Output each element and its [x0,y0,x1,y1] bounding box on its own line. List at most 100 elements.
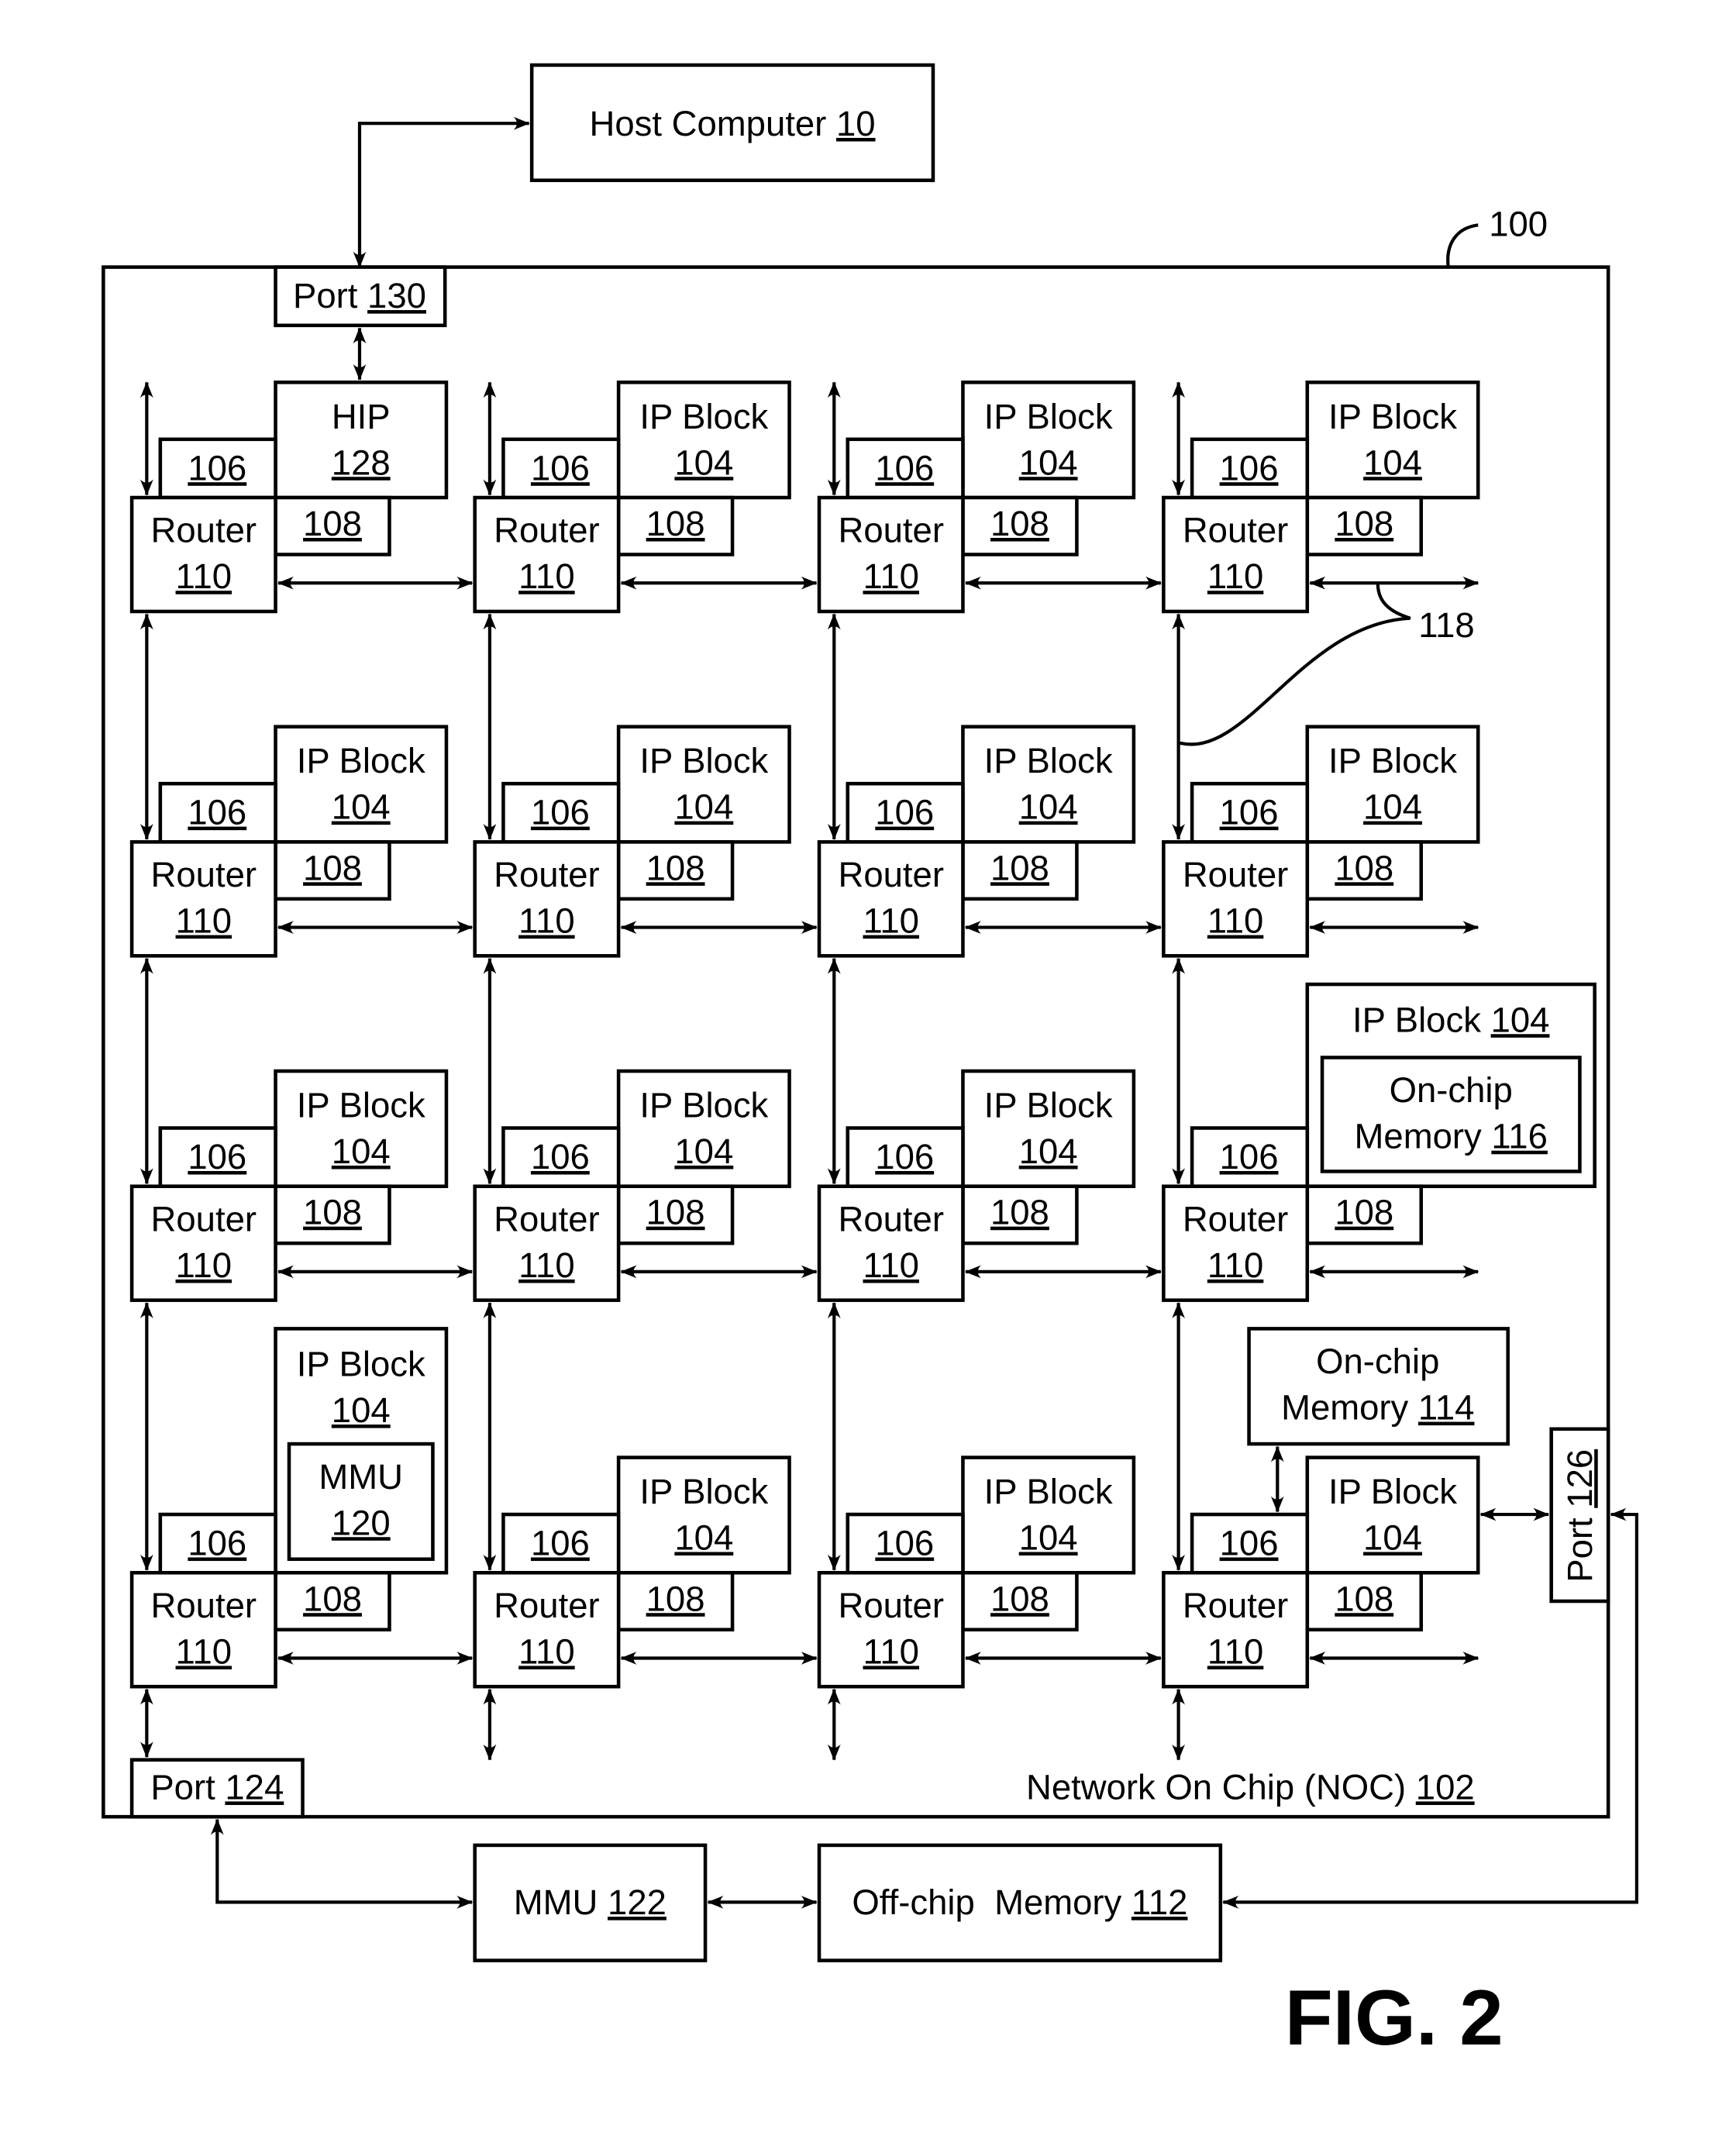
router-label: Router [838,1199,943,1238]
network-interface-106: 106 [1190,1126,1310,1188]
ip-block: IP Block 104 [1305,1455,1480,1575]
router-ref: 110 [176,901,232,941]
mc-ref: 108 [1335,1579,1393,1618]
ref-100-label: 100 [1489,204,1548,243]
ip-block-label: IP Block [297,1345,425,1384]
network-interface-106: 106 [501,1512,621,1575]
ip-block: IP Block 104 [274,1069,449,1188]
router-ref: 110 [863,1245,919,1285]
ip-block-label: IP Block [984,741,1113,780]
ip-block-ref: 104 [1019,443,1078,482]
memory-controller-108: 108 [616,840,735,901]
ref-118-label: 118 [1418,605,1475,645]
ni-ref: 106 [875,793,934,832]
router-110: Router 110 [1162,1570,1310,1689]
router-label: Router [838,855,943,894]
ip-block-ref: 104 [1363,443,1422,482]
ip-block: IP Block 104 [616,1069,791,1188]
memory-controller-108: 108 [616,1570,735,1632]
port-124: Port 124 [129,1758,305,1819]
router-ref: 110 [518,1631,575,1671]
memory-controller-108: 108 [961,840,1079,901]
router-110: Router 110 [817,1184,965,1302]
onchip-116-line2: Memory 116 [1355,1117,1548,1156]
router-110: Router 110 [817,1570,965,1689]
noc-node-r0c3: IP Block 104 106 108 Router 110 [1162,381,1480,614]
ip-block: IP Block 104 [961,725,1136,844]
router-label: Router [151,1586,257,1625]
mc-ref: 108 [303,1579,362,1618]
onchip-116-line1: On-chip [1390,1070,1513,1110]
svg-text:Off-chip Memory 112: Off-chip Memory 112 [852,1883,1187,1922]
memory-controller-108: 108 [274,840,391,901]
memory-controller-108: 108 [1305,840,1424,901]
memory-controller-108: 108 [1305,495,1424,556]
ni-ref: 106 [188,793,246,832]
ip-block-ref: 104 [1019,1518,1078,1558]
ip-block-with-mmu: IP Block 104 MMU 120 [274,1327,449,1575]
noc-node-r2c3: IP Block 104 On-chip Memory 116 106 108 Route… [1162,982,1596,1302]
router-label: Router [1183,855,1288,894]
network-interface-106: 106 [846,1512,965,1575]
figure-title: FIG. 2 [1285,1973,1504,2062]
host-computer-label: Host Computer 10 [590,104,876,143]
ip-block-with-onchip-memory: IP Block 104 On-chip Memory 116 [1305,982,1596,1188]
ni-ref: 106 [1220,1524,1279,1563]
router-label: Router [151,1199,257,1238]
router-110: Router 110 [1162,495,1310,614]
svg-text:MMU 122: MMU 122 [514,1883,666,1922]
ip-block-ref: 104 [332,1390,391,1430]
ip-block-label: IP Block [984,1472,1113,1511]
port124-mmu-arrow [210,1818,474,1909]
router-110: Router 110 [817,840,965,958]
router-ref: 110 [1207,1245,1264,1285]
ni-ref: 106 [1220,1137,1279,1176]
ip-block-label: IP Block [639,1472,768,1511]
network-interface-106: 106 [501,1126,621,1188]
noc-node-r0c2: IP Block 104 106 108 Router 110 [817,381,1136,614]
noc-node-r2c1: IP Block 104 106 108 Router 110 [473,1069,791,1302]
network-interface-106: 106 [501,781,621,844]
noc-node-r0c0: HIP 128 106 108 Router 110 [129,381,449,614]
memory-controller-108: 108 [274,495,391,556]
ni-ref: 106 [531,793,590,832]
router-110: Router 110 [129,1570,277,1689]
mc-ref: 108 [646,848,705,887]
router-label: Router [494,511,599,550]
mmu-122-block: MMU 122 [473,1843,708,1962]
noc-node-r2c0: IP Block 104 106 108 Router 110 [129,1069,449,1302]
network-interface-106: 106 [1190,437,1310,500]
ip-block-label: IP Block [639,741,768,780]
router-110: Router 110 [1162,840,1310,958]
router-ref: 110 [1207,901,1264,941]
memory-controller-108: 108 [1305,1570,1424,1632]
router-label: Router [494,855,599,894]
ni-ref: 106 [1220,448,1279,487]
ni-ref: 106 [875,448,934,487]
ni-ref: 106 [188,1524,246,1563]
router-110: Router 110 [1162,1184,1310,1302]
router-label: Router [494,1199,599,1238]
router-label: Router [1183,1586,1288,1625]
memory-controller-108: 108 [274,1570,391,1632]
ni-ref: 106 [531,1524,590,1563]
router-110: Router 110 [129,840,277,958]
ip-block: IP Block 104 [616,1455,791,1575]
ni-ref: 106 [531,448,590,487]
ip-block: IP Block 104 [274,725,449,844]
router-label: Router [1183,511,1288,550]
ip-block: IP Block 104 [961,381,1136,500]
router-ref: 110 [176,1245,232,1285]
hip-ref: 128 [332,443,391,482]
ip-block-label: IP Block [1328,741,1457,780]
router-110: Router 110 [473,495,621,614]
noc-node-r3c2: IP Block 104 106 108 Router 110 [817,1455,1136,1689]
onchip-memory-114: On-chip Memory 114 [1247,1327,1510,1446]
ip-block: IP Block 104 [616,381,791,500]
ip-block-label: IP Block [297,1085,425,1125]
ip-block-label: IP Block [984,397,1113,436]
network-interface-106: 106 [846,781,965,844]
ip-block-label: IP Block [1328,1472,1457,1511]
mc-ref: 108 [1335,1193,1393,1232]
router-ref: 110 [863,1631,919,1671]
